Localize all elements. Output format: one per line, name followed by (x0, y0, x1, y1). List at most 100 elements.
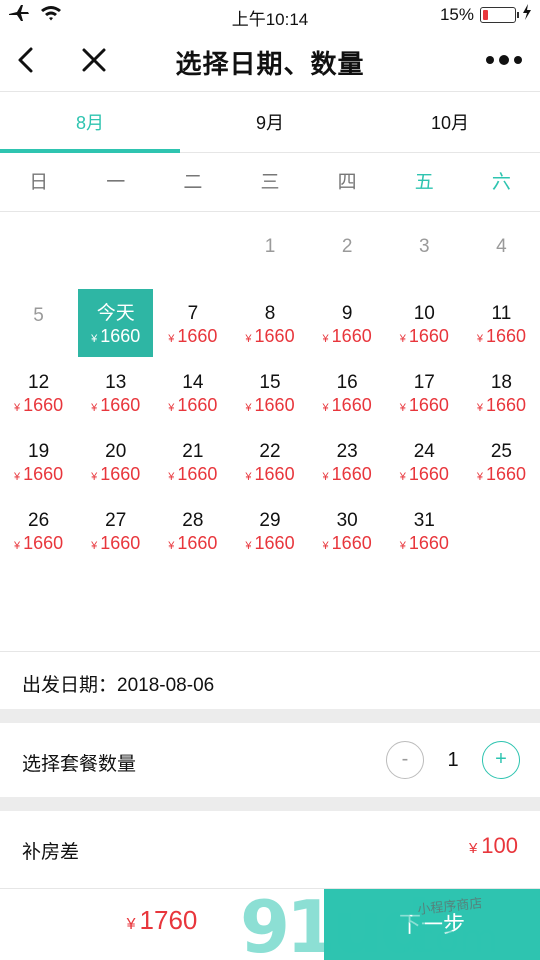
calendar-week-row: 19 ¥1660 20 ¥1660 21 ¥1660 22 ¥1660 23 ¥1660 24 ¥16… (0, 420, 540, 489)
currency-symbol: ¥ (322, 540, 329, 552)
currency-symbol: ¥ (168, 333, 175, 345)
day-number: 30 (336, 510, 358, 531)
calendar-empty-cell (154, 213, 231, 282)
day-price-value: 1660 (254, 395, 295, 415)
tab-october[interactable]: 10月 (360, 93, 540, 152)
day-price: ¥1660 (231, 533, 308, 556)
day-price: ¥1660 (309, 395, 386, 418)
currency-symbol: ¥ (13, 402, 21, 414)
calendar-day: 2 (309, 213, 386, 282)
currency-symbol: ¥ (476, 471, 483, 483)
tab-september[interactable]: 9月 (180, 93, 360, 152)
calendar-day[interactable]: 20 ¥1660 (77, 420, 154, 489)
calendar-day[interactable]: 18 ¥1660 (463, 351, 540, 420)
increase-button[interactable]: + (482, 741, 520, 779)
calendar-day[interactable]: 23 ¥1660 (309, 420, 386, 489)
day-price: ¥1660 (77, 533, 154, 556)
day-price: ¥1660 (77, 464, 154, 487)
calendar-day: 1 (231, 213, 308, 282)
day-price: ¥1660 (386, 326, 463, 349)
calendar-day-today[interactable]: 今天 ¥1660 (77, 282, 154, 357)
day-price-value: 1660 (485, 464, 526, 484)
day-number: 27 (105, 510, 127, 531)
section-separator (0, 797, 540, 811)
calendar-day[interactable]: 7 ¥1660 (154, 282, 231, 351)
calendar-week-row: 5 今天 ¥1660 7 ¥1660 8 ¥1660 9 ¥1660 10 ¥1660 11 ¥1660 (0, 282, 540, 357)
day-number: 25 (490, 441, 512, 462)
day-number: 23 (336, 441, 358, 462)
day-price: ¥1660 (231, 464, 308, 487)
decrease-button[interactable]: - (386, 741, 424, 779)
currency-symbol: ¥ (91, 402, 98, 414)
currency-symbol: ¥ (399, 540, 406, 552)
calendar-day[interactable]: 19 ¥1660 (0, 420, 77, 489)
weekday-fri: 五 (414, 172, 434, 193)
package-quantity-row: 选择套餐数量 - 1 + (0, 723, 540, 797)
calendar-day[interactable]: 17 ¥1660 (386, 351, 463, 420)
day-number: 21 (182, 441, 204, 462)
calendar-day[interactable]: 16 ¥1660 (309, 351, 386, 420)
room-surcharge-value: 100 (481, 833, 518, 858)
day-number: 15 (259, 372, 281, 393)
calendar-day[interactable]: 29 ¥1660 (231, 489, 308, 558)
day-number: 5 (33, 305, 44, 326)
day-price-value: 1660 (254, 533, 295, 553)
day-price-value: 1660 (100, 533, 141, 553)
currency-symbol: ¥ (168, 540, 175, 552)
currency-symbol: ¥ (322, 471, 329, 483)
day-number: 22 (259, 441, 281, 462)
calendar-week-row: 1 2 3 4 (0, 213, 540, 282)
calendar-day[interactable]: 27 ¥1660 (77, 489, 154, 558)
calendar-day[interactable]: 21 ¥1660 (154, 420, 231, 489)
day-price-value: 1660 (23, 533, 64, 553)
day-number: 29 (259, 510, 281, 531)
tab-august[interactable]: 8月 (0, 93, 180, 153)
calendar-day[interactable]: 24 ¥1660 (386, 420, 463, 489)
weekday-sat: 六 (491, 172, 511, 193)
battery-percent: 15% (439, 4, 474, 24)
calendar-day[interactable]: 28 ¥1660 (154, 489, 231, 558)
calendar-day[interactable]: 15 ¥1660 (231, 351, 308, 420)
day-price-value: 1660 (100, 395, 141, 415)
quantity-stepper: - 1 + (386, 741, 520, 779)
day-price: ¥1660 (154, 326, 231, 349)
calendar-day[interactable]: 14 ¥1660 (154, 351, 231, 420)
calendar-day[interactable]: 10 ¥1660 (386, 282, 463, 351)
day-price: ¥1660 (154, 533, 231, 556)
calendar-day: 5 (0, 282, 77, 351)
room-surcharge-row: 补房差 ¥100 (0, 811, 540, 887)
calendar-week-row: 12 ¥1660 13 ¥1660 14 ¥1660 15 ¥1660 16 ¥1660 17 ¥16… (0, 351, 540, 420)
quantity-value: 1 (447, 748, 459, 771)
day-number: 28 (182, 510, 204, 531)
calendar-week-row: 26 ¥1660 27 ¥1660 28 ¥1660 29 ¥1660 30 ¥1660 31 ¥16… (0, 489, 540, 558)
calendar-empty-cell (0, 213, 77, 282)
calendar-day[interactable]: 30 ¥1660 (309, 489, 386, 558)
day-price-value: 1660 (331, 464, 372, 484)
more-button[interactable] (480, 40, 528, 80)
calendar-day[interactable]: 31 ¥1660 (386, 489, 463, 558)
calendar-day[interactable]: 9 ¥1660 (309, 282, 386, 351)
currency-symbol: ¥ (245, 540, 252, 552)
currency-symbol: ¥ (245, 471, 252, 483)
day-number: 10 (413, 303, 435, 324)
currency-symbol: ¥ (322, 402, 329, 414)
next-step-button[interactable]: 下一步 (324, 889, 540, 960)
day-price-value: 1660 (408, 533, 449, 553)
calendar-day[interactable]: 26 ¥1660 (0, 489, 77, 558)
calendar-day[interactable]: 8 ¥1660 (231, 282, 308, 351)
day-price: ¥1660 (309, 533, 386, 556)
day-number: 31 (413, 510, 435, 531)
currency-symbol: ¥ (91, 333, 98, 345)
total-price-value: 1760 (139, 905, 198, 935)
day-price-value: 1660 (331, 326, 372, 346)
day-number: 18 (490, 372, 512, 393)
day-price-value: 1660 (485, 326, 526, 346)
calendar-day[interactable]: 22 ¥1660 (231, 420, 308, 489)
calendar-day[interactable]: 25 ¥1660 (463, 420, 540, 489)
day-number: 16 (336, 372, 358, 393)
currency-symbol: ¥ (322, 333, 329, 345)
day-number: 20 (105, 441, 127, 462)
calendar-day[interactable]: 11 ¥1660 (463, 282, 540, 351)
calendar-day[interactable]: 12 ¥1660 (0, 351, 77, 420)
calendar-day[interactable]: 13 ¥1660 (77, 351, 154, 420)
